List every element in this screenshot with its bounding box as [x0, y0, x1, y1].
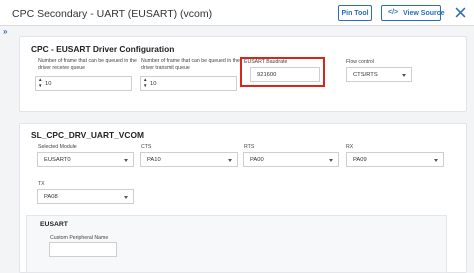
- rts-value: PA00: [250, 157, 264, 163]
- driver-config-title: CPC - EUSART Driver Configuration: [31, 44, 175, 54]
- flow-control-select[interactable]: CTS/RTS: [346, 67, 412, 82]
- chevron-down-icon: [124, 196, 128, 199]
- decrement-icon[interactable]: ▼: [38, 83, 42, 89]
- cts-value: PA10: [147, 157, 161, 163]
- flow-control-label: Flow control: [346, 59, 374, 65]
- pin-tool-button[interactable]: Pin Tool: [338, 5, 372, 21]
- increment-icon[interactable]: ▲: [38, 77, 42, 83]
- rx-select[interactable]: PA09: [346, 152, 444, 167]
- custom-peripheral-name-label: Custom Peripheral Name: [50, 235, 109, 241]
- chevron-down-icon: [124, 159, 128, 162]
- custom-peripheral-name-input[interactable]: [49, 242, 117, 257]
- chevron-down-icon: [434, 159, 438, 162]
- code-icon: </>: [388, 9, 399, 16]
- tx-queue-value: 10: [150, 81, 157, 87]
- close-icon[interactable]: [455, 7, 466, 18]
- rx-queue-label: Number of frame that can be queued in th…: [38, 58, 137, 71]
- rts-label: RTS: [244, 144, 255, 150]
- double-chevron-right-icon[interactable]: »: [3, 27, 7, 36]
- rx-queue-value: 10: [45, 81, 52, 87]
- rts-select[interactable]: PA00: [243, 152, 339, 167]
- baudrate-label: EUSART Baudrate: [244, 59, 288, 65]
- selected-module-select[interactable]: EUSART0: [37, 152, 134, 167]
- chevron-down-icon: [329, 159, 333, 162]
- tx-queue-label: Number of frame that can be queued in th…: [141, 58, 240, 71]
- rx-label: RX: [346, 144, 354, 150]
- baudrate-input[interactable]: 921600: [250, 67, 320, 82]
- tx-value: PA08: [44, 194, 58, 200]
- rx-value: PA09: [353, 157, 367, 163]
- cts-label: CTS: [141, 144, 152, 150]
- flow-control-value: CTS/RTS: [353, 72, 378, 78]
- selected-module-label: Selected Module: [38, 144, 77, 150]
- pin-tool-label: Pin Tool: [341, 10, 369, 17]
- app-header: CPC Secondary - UART (EUSART) (vcom) Pin…: [0, 0, 474, 26]
- tx-label: TX: [38, 181, 45, 187]
- decrement-icon[interactable]: ▼: [143, 83, 147, 89]
- cts-select[interactable]: PA10: [140, 152, 238, 167]
- view-source-label: View Source: [403, 10, 445, 17]
- tx-select[interactable]: PA08: [37, 189, 134, 204]
- page-title: CPC Secondary - UART (EUSART) (vcom): [12, 8, 213, 20]
- view-source-button[interactable]: </> View Source: [381, 5, 445, 21]
- tx-queue-stepper[interactable]: ▲ ▼ 10: [140, 76, 237, 91]
- baudrate-value: 921600: [257, 72, 277, 78]
- rx-queue-stepper[interactable]: ▲ ▼ 10: [35, 76, 132, 91]
- eusart-title: EUSART: [40, 221, 68, 228]
- chevron-down-icon: [228, 159, 232, 162]
- vcom-title: SL_CPC_DRV_UART_VCOM: [31, 130, 144, 140]
- chevron-down-icon: [402, 74, 406, 77]
- increment-icon[interactable]: ▲: [143, 77, 147, 83]
- selected-module-value: EUSART0: [44, 157, 71, 163]
